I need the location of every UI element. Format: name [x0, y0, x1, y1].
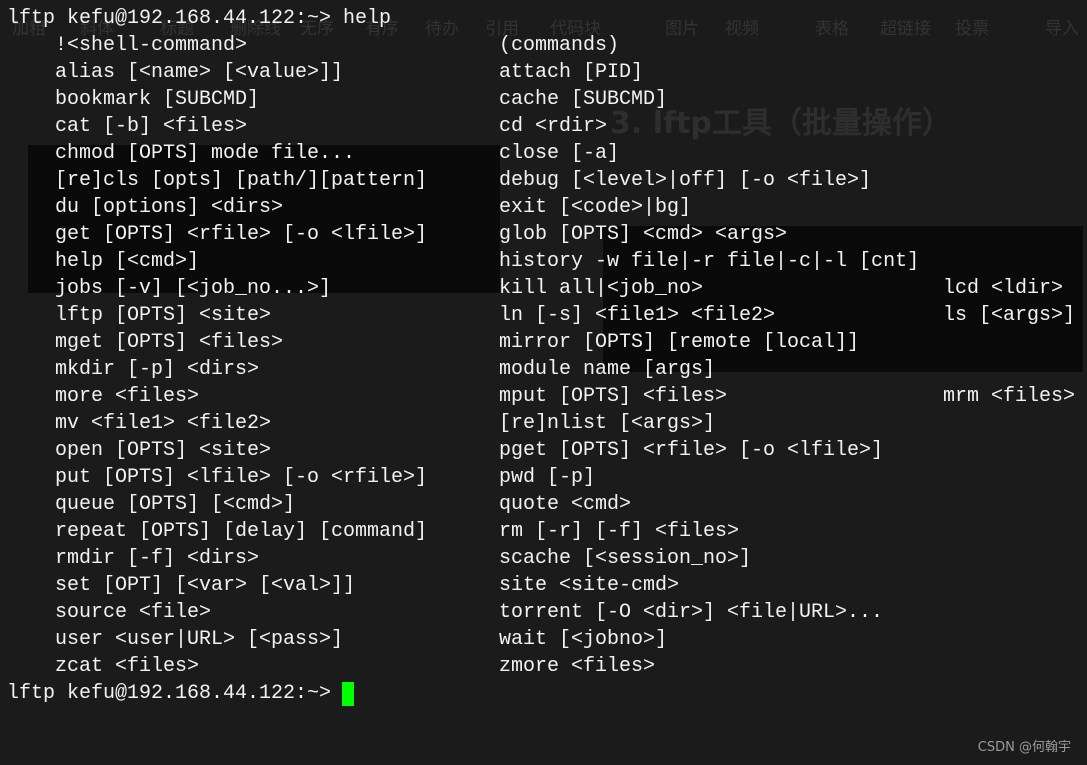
- help-command-entry: bookmark [SUBCMD]: [55, 88, 260, 111]
- help-command-entry: user <user|URL> [<pass>]: [55, 628, 344, 651]
- help-command-entry: (commands): [499, 34, 620, 57]
- help-command-entry: cache [SUBCMD]: [499, 88, 668, 111]
- help-command-entry: [re]cls [opts] [path/][pattern]: [55, 169, 428, 192]
- help-command-entry: open [OPTS] <site>: [55, 439, 272, 462]
- csdn-watermark: CSDN @何翰宇: [977, 740, 1071, 755]
- help-command-entry: repeat [OPTS] [delay] [command]: [55, 520, 428, 543]
- help-command-entry: debug [<level>|off] [-o <file>]: [499, 169, 872, 192]
- help-command-entry: glob [OPTS] <cmd> <args>: [499, 223, 788, 246]
- help-command-entry: more <files>: [55, 385, 200, 408]
- help-command-entry: alias [<name> [<value>]]: [55, 61, 344, 84]
- help-command-entry: history -w file|-r file|-c|-l [cnt]: [499, 250, 920, 273]
- help-command-entry: mput [OPTS] <files>: [499, 385, 728, 408]
- help-command-entry: pwd [-p]: [499, 466, 596, 489]
- terminal-cursor: [342, 682, 354, 706]
- help-command-entry: torrent [-O <dir>] <file|URL>...: [499, 601, 884, 624]
- final-prompt-line: lftp kefu@192.168.44.122:~>: [7, 682, 332, 705]
- command-prompt-line: lftp kefu@192.168.44.122:~> help: [7, 7, 392, 30]
- help-command-entry: quote <cmd>: [499, 493, 632, 516]
- help-command-entry: mkdir [-p] <dirs>: [55, 358, 260, 381]
- help-command-entry: lftp [OPTS] <site>: [55, 304, 272, 327]
- help-command-entry: chmod [OPTS] mode file...: [55, 142, 356, 165]
- help-command-entry: du [options] <dirs>: [55, 196, 284, 219]
- help-command-entry: attach [PID]: [499, 61, 644, 84]
- help-command-entry: pget [OPTS] <rfile> [-o <lfile>]: [499, 439, 884, 462]
- help-command-entry: lcd <ldir>: [943, 277, 1064, 300]
- help-command-entry: mrm <files>: [943, 385, 1076, 408]
- help-command-entry: close [-a]: [499, 142, 620, 165]
- help-command-entry: wait [<jobno>]: [499, 628, 668, 651]
- help-command-entry: set [OPT] [<var> [<val>]]: [55, 574, 356, 597]
- help-command-entry: rm [-r] [-f] <files>: [499, 520, 740, 543]
- help-command-entry: help [<cmd>]: [55, 250, 200, 273]
- help-command-entry: ls [<args>]: [943, 304, 1076, 327]
- help-command-entry: source <file>: [55, 601, 212, 624]
- help-command-entry: site <site-cmd>: [499, 574, 680, 597]
- help-command-entry: ln [-s] <file1> <file2>: [499, 304, 776, 327]
- help-command-entry: !<shell-command>: [55, 34, 248, 57]
- help-command-entry: exit [<code>|bg]: [499, 196, 692, 219]
- help-command-entry: cat [-b] <files>: [55, 115, 248, 138]
- help-command-entry: put [OPTS] <lfile> [-o <rfile>]: [55, 466, 428, 489]
- help-command-entry: get [OPTS] <rfile> [-o <lfile>]: [55, 223, 428, 246]
- help-command-entry: cd <rdir>: [499, 115, 608, 138]
- terminal-window[interactable]: lftp kefu@192.168.44.122:~> help !<shell…: [0, 0, 1087, 765]
- help-command-entry: zmore <files>: [499, 655, 656, 678]
- help-command-entry: module name [args]: [499, 358, 716, 381]
- help-command-entry: zcat <files>: [55, 655, 200, 678]
- help-command-entry: queue [OPTS] [<cmd>]: [55, 493, 296, 516]
- help-command-entry: kill all|<job_no>: [499, 277, 704, 300]
- help-command-entry: rmdir [-f] <dirs>: [55, 547, 260, 570]
- help-command-entry: jobs [-v] [<job_no...>]: [55, 277, 332, 300]
- help-command-entry: [re]nlist [<args>]: [499, 412, 716, 435]
- help-command-entry: mget [OPTS] <files>: [55, 331, 284, 354]
- help-command-entry: mv <file1> <file2>: [55, 412, 272, 435]
- help-command-entry: scache [<session_no>]: [499, 547, 752, 570]
- help-command-entry: mirror [OPTS] [remote [local]]: [499, 331, 860, 354]
